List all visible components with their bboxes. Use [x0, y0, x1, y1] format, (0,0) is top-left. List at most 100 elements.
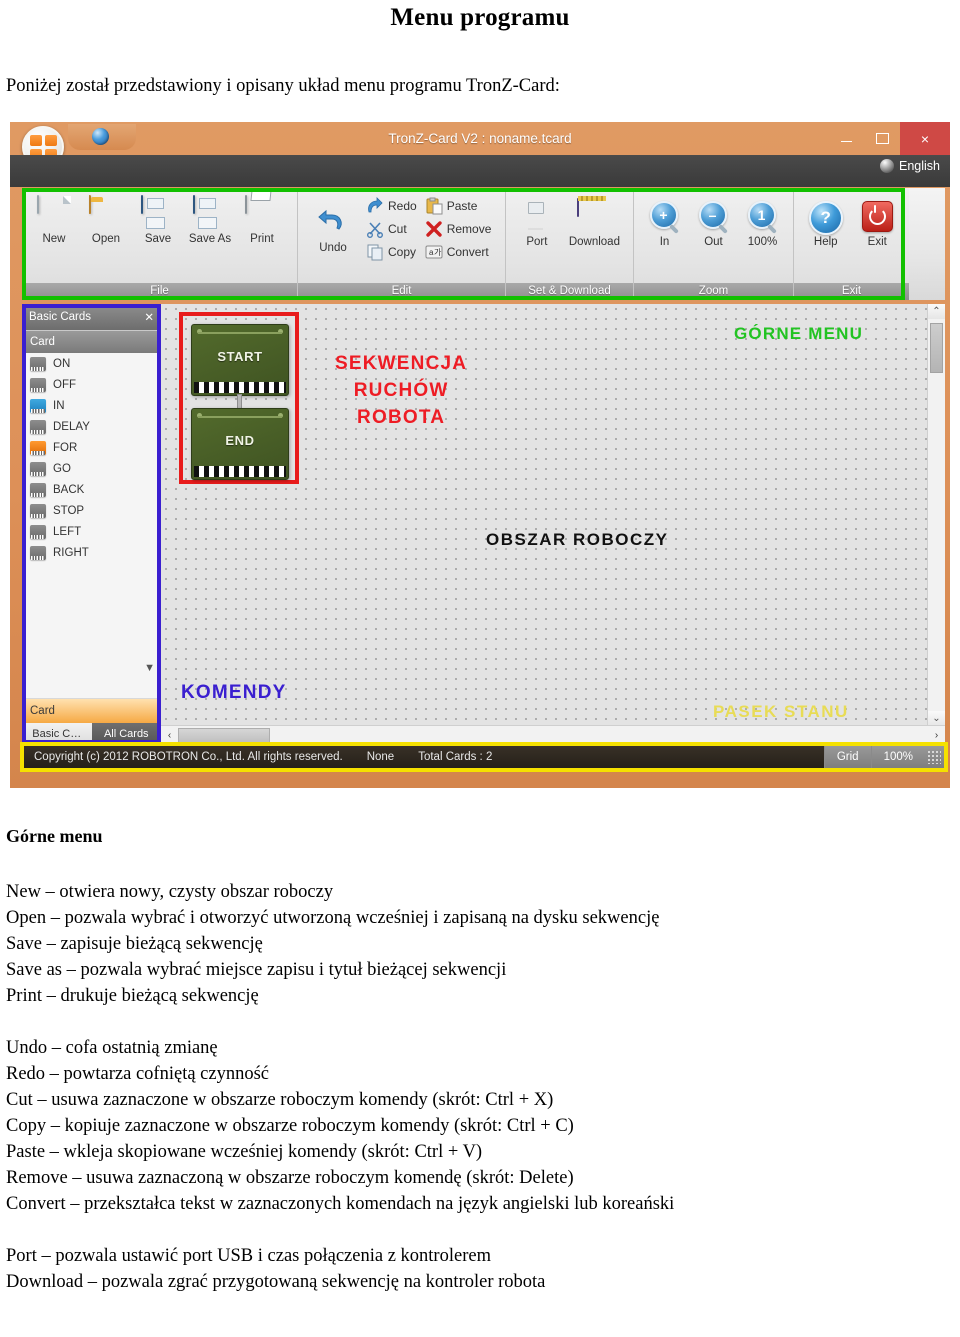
undo-button[interactable]: Undo — [304, 193, 362, 254]
card-node-label: END — [225, 433, 255, 448]
card-node-end[interactable]: END — [191, 408, 289, 480]
description-line: Paste – wkleja skopiowane wcześniej kome… — [6, 1142, 483, 1162]
list-item-label: OFF — [53, 378, 76, 391]
list-item[interactable]: GO — [22, 458, 161, 479]
list-item[interactable]: OFF — [22, 374, 161, 395]
edit-small-column-2: Paste Remove a가 Convert — [421, 193, 496, 262]
list-item-label: LEFT — [53, 525, 82, 538]
undo-arrow-icon — [318, 207, 348, 237]
scissors-icon — [366, 220, 384, 238]
maximize-button[interactable] — [864, 122, 900, 155]
ribbon-group-edit: Undo Redo Cut Copy Paste Remove a 가 Conv… — [298, 188, 506, 300]
card-chip-icon — [30, 524, 46, 539]
description-line: Open – pozwala wybrać i otworzyć utworzo… — [6, 908, 660, 928]
language-selector[interactable]: English — [880, 159, 940, 173]
save-button-label: Save — [144, 233, 172, 245]
save-button[interactable]: Save — [132, 193, 184, 245]
copy-button[interactable]: Copy — [362, 241, 421, 262]
horizontal-scroll-thumb[interactable] — [178, 727, 270, 743]
description-line: Port – pozwala ustawić port USB i czas p… — [6, 1246, 491, 1266]
card-panel-footer[interactable]: Card — [22, 698, 161, 723]
description-line: Copy – kopiuje zaznaczone w obszarze rob… — [6, 1116, 574, 1136]
status-grid[interactable]: Grid — [823, 744, 871, 770]
card-panel-header: Basic Cards ✕ — [22, 304, 161, 330]
tab-basic-cards[interactable]: Basic C… — [22, 723, 92, 744]
list-item-label: RIGHT — [53, 546, 89, 559]
list-item[interactable]: STOP — [22, 500, 161, 521]
close-button[interactable]: × — [900, 122, 950, 155]
scroll-right-icon[interactable]: › — [928, 730, 945, 741]
list-item-label: STOP — [53, 504, 85, 517]
vertical-scroll-thumb[interactable] — [930, 323, 943, 373]
tab-all-cards[interactable]: All Cards — [91, 723, 161, 744]
zoom-in-button[interactable]: + In — [640, 196, 689, 248]
print-button-label: Print — [250, 233, 274, 245]
printer-icon — [245, 195, 279, 230]
description-line: Redo – powtarza cofniętą czynność — [6, 1064, 270, 1084]
status-copyright: Copyright (c) 2012 ROBOTRON Co., Ltd. Al… — [34, 751, 343, 763]
card-chip-icon — [30, 398, 46, 413]
ribbon-group-label-zoom: Zoom — [634, 283, 793, 300]
open-button[interactable]: Open — [80, 193, 132, 245]
list-item[interactable]: DELAY — [22, 416, 161, 437]
new-button[interactable]: New — [28, 193, 80, 245]
list-item[interactable]: BACK — [22, 479, 161, 500]
zoom-out-label: Out — [704, 236, 723, 248]
list-item[interactable]: LEFT — [22, 521, 161, 542]
chevron-down-icon[interactable]: ▼ — [144, 662, 155, 674]
annotation-workspace: OBSZAR ROBOCZY — [486, 530, 669, 549]
status-zoom[interactable]: 100% — [870, 744, 925, 770]
cut-button[interactable]: Cut — [362, 218, 421, 239]
list-item[interactable]: IN — [22, 395, 161, 416]
save-as-button[interactable]: Save As — [184, 193, 236, 245]
card-panel-title: Basic Cards — [29, 311, 91, 323]
list-item[interactable]: RIGHT — [22, 542, 161, 563]
list-item[interactable]: ON — [22, 353, 161, 374]
zoom-in-label: In — [659, 236, 670, 248]
zoom-out-icon: – — [698, 201, 730, 234]
print-button[interactable]: Print — [236, 193, 288, 245]
help-question-icon: ? — [808, 199, 843, 235]
card-chip-icon — [30, 377, 46, 392]
redo-button[interactable]: Redo — [362, 195, 421, 216]
scroll-left-icon[interactable]: ‹ — [161, 730, 178, 741]
card-chip-icon — [30, 503, 46, 518]
scroll-up-icon[interactable]: ⌃ — [928, 304, 945, 319]
resize-grip-icon[interactable] — [927, 750, 941, 764]
scroll-down-icon[interactable]: ⌄ — [928, 711, 945, 726]
floppy-disk-icon — [141, 195, 175, 230]
convert-button[interactable]: a가 Convert — [421, 241, 496, 262]
convert-button-label: Convert — [446, 244, 489, 259]
exit-button[interactable]: Exit — [852, 196, 904, 248]
list-item[interactable]: FOR — [22, 437, 161, 458]
workspace-canvas[interactable]: START END SEKWENCJA RUCHÓW ROBOTA GÓRNE … — [161, 304, 928, 726]
list-item-label: IN — [53, 399, 65, 412]
remove-button[interactable]: Remove — [421, 218, 496, 239]
paste-button-label: Paste — [446, 198, 478, 213]
card-panel: Basic Cards ✕ Card ON OFF IN DELAY FOR G… — [22, 304, 161, 744]
description-line: Remove – usuwa zaznaczoną w obszarze rob… — [6, 1168, 574, 1188]
card-node-start[interactable]: START — [191, 324, 289, 396]
card-list[interactable]: ON OFF IN DELAY FOR GO BACK STOP LEFT RI… — [22, 353, 161, 698]
zoom-out-button[interactable]: – Out — [689, 196, 738, 248]
port-button-label: Port — [526, 236, 548, 248]
description-line: Convert – przekształca tekst w zaznaczon… — [6, 1194, 675, 1214]
close-icon[interactable]: ✕ — [144, 310, 154, 324]
help-button[interactable]: ? Help — [800, 196, 852, 248]
card-chip-icon — [30, 419, 46, 434]
description-line: Print – drukuje bieżącą sekwencję — [6, 986, 259, 1006]
minimize-button[interactable] — [828, 122, 864, 155]
paste-button[interactable]: Paste — [421, 195, 496, 216]
save-as-button-label: Save As — [188, 233, 232, 245]
zoom-reset-button[interactable]: 1 100% — [738, 196, 787, 248]
new-document-icon — [37, 195, 71, 230]
annotation-top-menu: GÓRNE MENU — [734, 324, 864, 343]
download-button[interactable]: Download — [562, 196, 627, 248]
port-button[interactable]: Port — [512, 196, 562, 248]
vertical-scrollbar[interactable]: ⌃ ⌄ — [927, 304, 945, 726]
ribbon-group-exit: ? Help Exit Exit — [794, 188, 909, 300]
card-chip-icon — [30, 482, 46, 497]
horizontal-scrollbar[interactable]: ‹ › — [161, 725, 945, 744]
annotation-commands: KOMENDY — [181, 682, 287, 703]
card-panel-column-header: Card — [22, 330, 161, 353]
